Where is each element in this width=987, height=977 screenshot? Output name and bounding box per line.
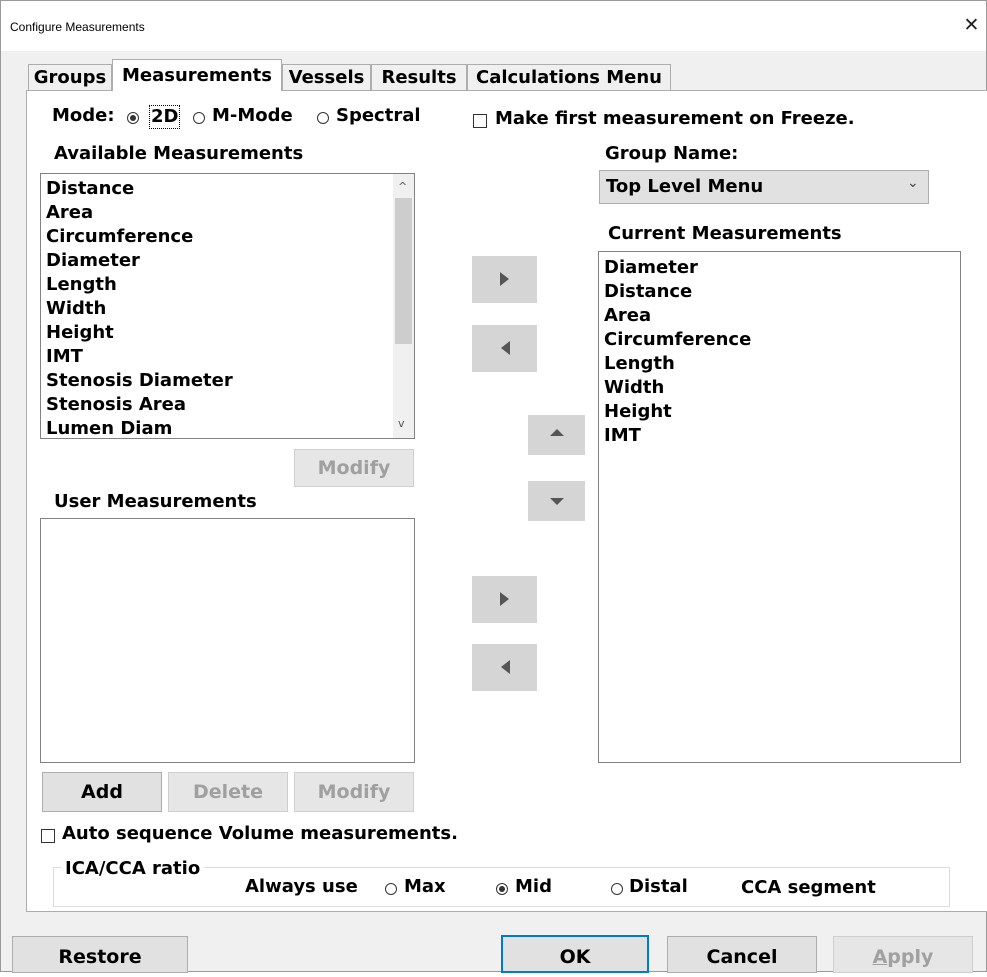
auto-sequence-checkbox[interactable] bbox=[41, 826, 55, 845]
tab-vessels[interactable]: Vessels bbox=[282, 64, 371, 90]
available-measurements-list[interactable]: Distance Area Circumference Diameter Length W… bbox=[40, 173, 415, 439]
window-title: Configure Measurements bbox=[10, 20, 145, 34]
ica-distal-radio[interactable] bbox=[611, 879, 623, 898]
title-bar: Configure Measurements ✕ bbox=[1, 1, 986, 51]
arrow-up-icon bbox=[550, 429, 564, 436]
list-item[interactable]: Stenosis Area bbox=[41, 393, 393, 417]
scroll-up-icon[interactable]: ^ bbox=[398, 180, 407, 193]
list-item[interactable]: Area bbox=[41, 201, 393, 225]
current-measurements-title: Current Measurements bbox=[608, 223, 842, 244]
list-item[interactable]: Diameter bbox=[599, 256, 751, 280]
list-item[interactable]: Circumference bbox=[41, 225, 393, 249]
apply-label-rest: pply bbox=[887, 946, 934, 968]
user-measurements-title: User Measurements bbox=[54, 491, 257, 512]
tab-results[interactable]: Results bbox=[371, 64, 467, 90]
group-name-label: Group Name: bbox=[605, 143, 739, 164]
list-item[interactable]: Length bbox=[599, 352, 751, 376]
scroll-down-icon[interactable]: v bbox=[398, 417, 405, 430]
list-item[interactable]: Length bbox=[41, 273, 393, 297]
cca-segment-label: CCA segment bbox=[741, 877, 876, 898]
apply-mnemonic: A bbox=[872, 946, 888, 968]
user-measurements-list[interactable] bbox=[40, 518, 415, 763]
move-down-button[interactable] bbox=[528, 481, 585, 521]
mode-mmode-radio[interactable] bbox=[193, 108, 205, 127]
arrow-right-icon bbox=[500, 592, 509, 606]
add-button[interactable]: Add bbox=[42, 772, 162, 812]
tab-groups[interactable]: Groups bbox=[28, 64, 112, 90]
list-item[interactable]: Stenosis Diameter bbox=[41, 369, 393, 393]
current-measurements-list[interactable]: Diameter Distance Area Circumference Length W… bbox=[598, 251, 961, 763]
group-name-dropdown[interactable]: Top Level Menu ⌄ bbox=[599, 170, 929, 204]
list-item[interactable]: Height bbox=[41, 321, 393, 345]
list-item[interactable]: IMT bbox=[41, 345, 393, 369]
add-to-current-button[interactable] bbox=[472, 256, 537, 303]
group-name-value: Top Level Menu bbox=[606, 176, 764, 197]
move-up-button[interactable] bbox=[528, 415, 585, 455]
tab-calculations-menu[interactable]: Calculations Menu bbox=[467, 64, 671, 90]
mode-spectral-radio[interactable] bbox=[317, 108, 329, 127]
configure-measurements-dialog: Configure Measurements ✕ Groups Measurem… bbox=[0, 0, 987, 973]
ok-button[interactable]: OK bbox=[501, 935, 649, 973]
freeze-checkbox-label[interactable]: Make first measurement on Freeze. bbox=[495, 108, 855, 129]
list-item[interactable]: Area bbox=[599, 304, 751, 328]
ica-max-radio[interactable] bbox=[385, 879, 397, 898]
list-item[interactable]: Circumference bbox=[599, 328, 751, 352]
restore-button[interactable]: Restore bbox=[12, 936, 188, 973]
apply-button[interactable]: Apply bbox=[833, 936, 973, 973]
mode-2d-radio[interactable] bbox=[127, 108, 139, 127]
available-measurements-title: Available Measurements bbox=[54, 143, 304, 164]
chevron-down-icon: ⌄ bbox=[907, 175, 919, 191]
add-user-to-current-button[interactable] bbox=[472, 576, 537, 623]
ica-max-label[interactable]: Max bbox=[404, 876, 446, 897]
list-item[interactable]: Distance bbox=[599, 280, 751, 304]
available-scrollbar[interactable]: ^ v bbox=[393, 174, 414, 438]
cancel-button[interactable]: Cancel bbox=[667, 936, 817, 973]
list-item[interactable]: Width bbox=[41, 297, 393, 321]
available-modify-button[interactable]: Modify bbox=[294, 449, 414, 487]
scrollbar-thumb[interactable] bbox=[395, 198, 412, 344]
list-item[interactable]: Distance bbox=[41, 177, 393, 201]
ica-mid-label[interactable]: Mid bbox=[515, 876, 552, 897]
mode-mmode-label[interactable]: M-Mode bbox=[212, 105, 293, 126]
tab-measurements[interactable]: Measurements bbox=[112, 59, 282, 91]
arrow-right-icon bbox=[500, 272, 509, 286]
ica-mid-radio[interactable] bbox=[496, 879, 508, 898]
list-item[interactable]: Diameter bbox=[41, 249, 393, 273]
user-modify-button[interactable]: Modify bbox=[294, 772, 414, 812]
arrow-down-icon bbox=[550, 498, 564, 505]
list-item[interactable]: Lumen Diam bbox=[41, 417, 393, 438]
arrow-left-icon bbox=[501, 341, 510, 355]
mode-label: Mode: bbox=[52, 105, 115, 126]
mode-spectral-label[interactable]: Spectral bbox=[336, 105, 421, 126]
delete-button[interactable]: Delete bbox=[168, 772, 288, 812]
auto-sequence-label[interactable]: Auto sequence Volume measurements. bbox=[62, 823, 458, 844]
freeze-checkbox[interactable] bbox=[473, 111, 487, 130]
arrow-left-icon bbox=[501, 660, 510, 674]
ica-cca-group-label: ICA/CCA ratio bbox=[61, 858, 205, 879]
list-item[interactable]: Width bbox=[599, 376, 751, 400]
remove-from-current-button[interactable] bbox=[472, 325, 537, 372]
always-use-label: Always use bbox=[245, 876, 358, 897]
list-item[interactable]: IMT bbox=[599, 424, 751, 448]
remove-user-from-current-button[interactable] bbox=[472, 644, 537, 691]
close-icon[interactable]: ✕ bbox=[957, 11, 986, 39]
list-item[interactable]: Height bbox=[599, 400, 751, 424]
mode-2d-label[interactable]: 2D bbox=[149, 105, 181, 129]
ica-distal-label[interactable]: Distal bbox=[629, 876, 688, 897]
